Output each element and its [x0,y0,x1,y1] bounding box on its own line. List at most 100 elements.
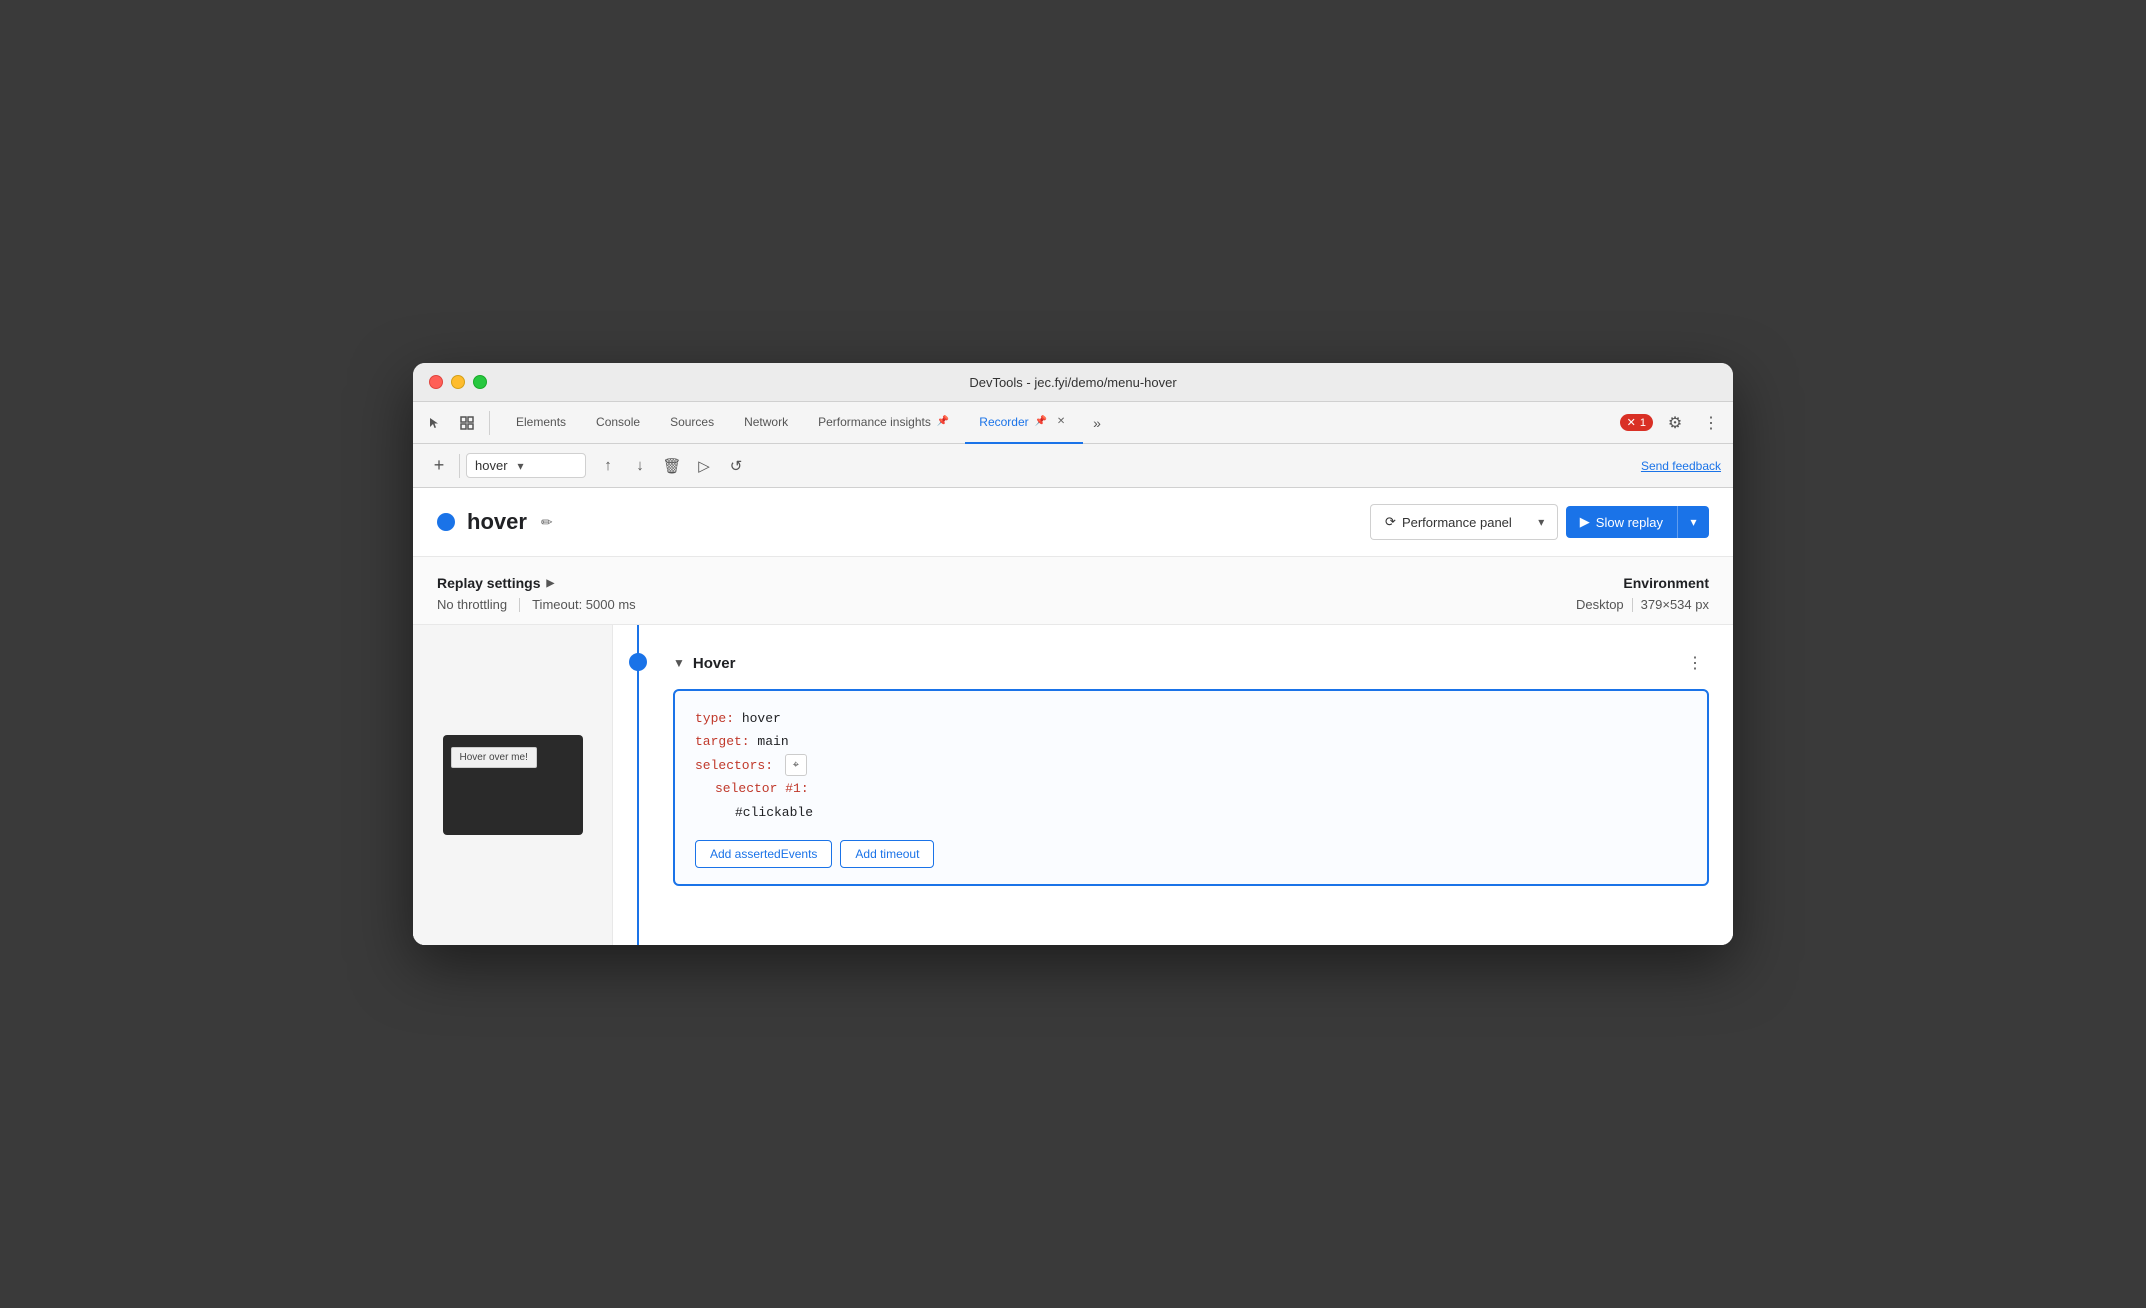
no-throttling-label: No throttling [437,597,507,612]
selector-icon-button[interactable]: ⌖ [785,754,807,776]
edit-title-icon[interactable]: ✏ [537,510,557,535]
environment-info: Desktop 379×534 px [1576,597,1709,612]
cursor-icon[interactable] [421,409,449,437]
code-target-value: main [757,734,788,749]
devtools-window: DevTools - jec.fyi/demo/menu-hover [413,363,1733,945]
record-button[interactable]: ↺ [722,452,750,480]
code-selector1-key: selector #1: [715,781,809,796]
perf-panel-label: Performance panel [1402,515,1512,530]
error-badge[interactable]: ✕ 1 [1620,414,1653,431]
environment-section: Environment Desktop 379×534 px [1576,575,1709,612]
main-content: hover ✏ ⟳ Performance panel ▾ ▶ Slow rep… [413,488,1733,945]
code-selector1-line: selector #1: [715,777,1687,800]
slow-replay-button[interactable]: ▶ Slow replay [1566,506,1677,538]
recording-selector[interactable]: hover ▾ [466,453,586,478]
tab-sources[interactable]: Sources [656,402,728,444]
perf-panel-refresh-icon: ⟳ [1385,514,1396,530]
slow-replay-chevron-icon: ▾ [1690,515,1696,529]
recording-selector-name: hover [475,458,508,473]
steps-preview: Hover over me! [413,625,613,945]
send-feedback-link[interactable]: Send feedback [1641,459,1721,473]
steps-content: ▼ Hover ⋮ type: hover target: main [613,625,1733,945]
toolbar: + hover ▾ ↑ ↓ 🗑 ▷ ↺ Send feedback [413,444,1733,488]
tab-bar-right: ✕ 1 ⚙ ⋮ [1620,409,1725,437]
inspector-icon[interactable] [453,409,481,437]
timeout-label: Timeout: 5000 ms [532,597,636,612]
traffic-lights [429,375,487,389]
step-title: Hover [693,655,736,672]
add-timeout-button[interactable]: Add timeout [840,840,934,868]
delete-button[interactable]: 🗑 [658,452,686,480]
replay-settings-title[interactable]: Replay settings ▶ [437,575,636,591]
tab-elements[interactable]: Elements [502,402,580,444]
slow-replay-dropdown-button[interactable]: ▾ [1677,506,1709,538]
more-icon[interactable]: ⋮ [1697,409,1725,437]
recording-title: hover [467,509,527,535]
recording-dot [437,513,455,531]
tab-bar: Elements Console Sources Network Perform… [413,402,1733,444]
step-actions: Add assertedEvents Add timeout [695,840,1687,868]
slow-replay-label: Slow replay [1596,515,1663,530]
preview-hover-text: Hover over me! [451,747,537,768]
slow-replay-group: ▶ Slow replay ▾ [1566,506,1709,538]
replay-settings-arrow-icon: ▶ [546,578,554,589]
preview-thumbnail: Hover over me! [443,735,583,835]
recorder-tab-close[interactable]: ✕ [1053,414,1069,430]
replay-settings-label: Replay settings [437,575,540,591]
performance-insights-pin-icon: 📌 [937,416,949,427]
tab-console[interactable]: Console [582,402,654,444]
settings-info: No throttling Timeout: 5000 ms [437,597,636,612]
perf-panel-button[interactable]: ⟳ Performance panel [1370,504,1526,540]
perf-panel-chevron-icon: ▾ [1538,515,1544,529]
window-title: DevTools - jec.fyi/demo/menu-hover [969,375,1176,390]
tab-performance-insights[interactable]: Performance insights 📌 [804,402,963,444]
devtools-icons [421,409,494,437]
environment-label: Environment [1576,575,1709,591]
maximize-button[interactable] [473,375,487,389]
replay-button[interactable]: ▷ [690,452,718,480]
recording-actions: ⟳ Performance panel ▾ ▶ Slow replay ▾ [1370,504,1709,540]
steps-area: Hover over me! ▼ Hover ⋮ type: [413,625,1733,945]
toolbar-divider [459,454,460,478]
settings-icon[interactable]: ⚙ [1661,409,1689,437]
tabs: Elements Console Sources Network Perform… [502,402,1620,444]
step-dot [629,653,647,671]
tab-bar-divider [489,411,490,435]
code-selector1-value: #clickable [735,805,813,820]
perf-panel-group: ⟳ Performance panel ▾ [1370,504,1558,540]
settings-section: Replay settings ▶ No throttling Timeout:… [413,557,1733,625]
chevron-down-icon: ▾ [518,459,524,473]
environment-type: Desktop [1576,597,1624,612]
tab-recorder[interactable]: Recorder 📌 ✕ [965,402,1083,444]
step-collapse-icon[interactable]: ▼ [673,656,685,670]
add-asserted-events-button[interactable]: Add assertedEvents [695,840,832,868]
step-header: ▼ Hover ⋮ [673,649,1709,677]
tab-network[interactable]: Network [730,402,802,444]
recording-header: hover ✏ ⟳ Performance panel ▾ ▶ Slow rep… [413,488,1733,557]
tab-more[interactable]: » [1085,402,1109,444]
code-target-key: target: [695,734,750,749]
env-info-divider [1632,598,1633,612]
settings-info-divider [519,598,520,612]
step-body: type: hover target: main selectors: ⌖ [673,689,1709,886]
code-target-line: target: main [695,730,1687,753]
recorder-pin-icon: 📌 [1035,416,1047,427]
close-button[interactable] [429,375,443,389]
step-more-button[interactable]: ⋮ [1681,649,1709,677]
environment-dimensions: 379×534 px [1641,597,1709,612]
toolbar-actions: ↑ ↓ 🗑 ▷ ↺ [594,452,750,480]
code-selectors-key: selectors: [695,758,773,773]
step-hover: ▼ Hover ⋮ type: hover target: main [613,625,1733,910]
add-recording-button[interactable]: + [425,452,453,480]
replay-settings-left: Replay settings ▶ No throttling Timeout:… [437,575,636,612]
code-type-value: hover [742,711,781,726]
minimize-button[interactable] [451,375,465,389]
code-type-key: type: [695,711,734,726]
code-type-line: type: hover [695,707,1687,730]
perf-panel-dropdown-button[interactable]: ▾ [1526,504,1558,540]
export-button[interactable]: ↑ [594,452,622,480]
code-selectors-line: selectors: ⌖ [695,754,1687,777]
title-bar: DevTools - jec.fyi/demo/menu-hover [413,363,1733,402]
import-button[interactable]: ↓ [626,452,654,480]
code-selector1-value-line: #clickable [735,801,1687,824]
